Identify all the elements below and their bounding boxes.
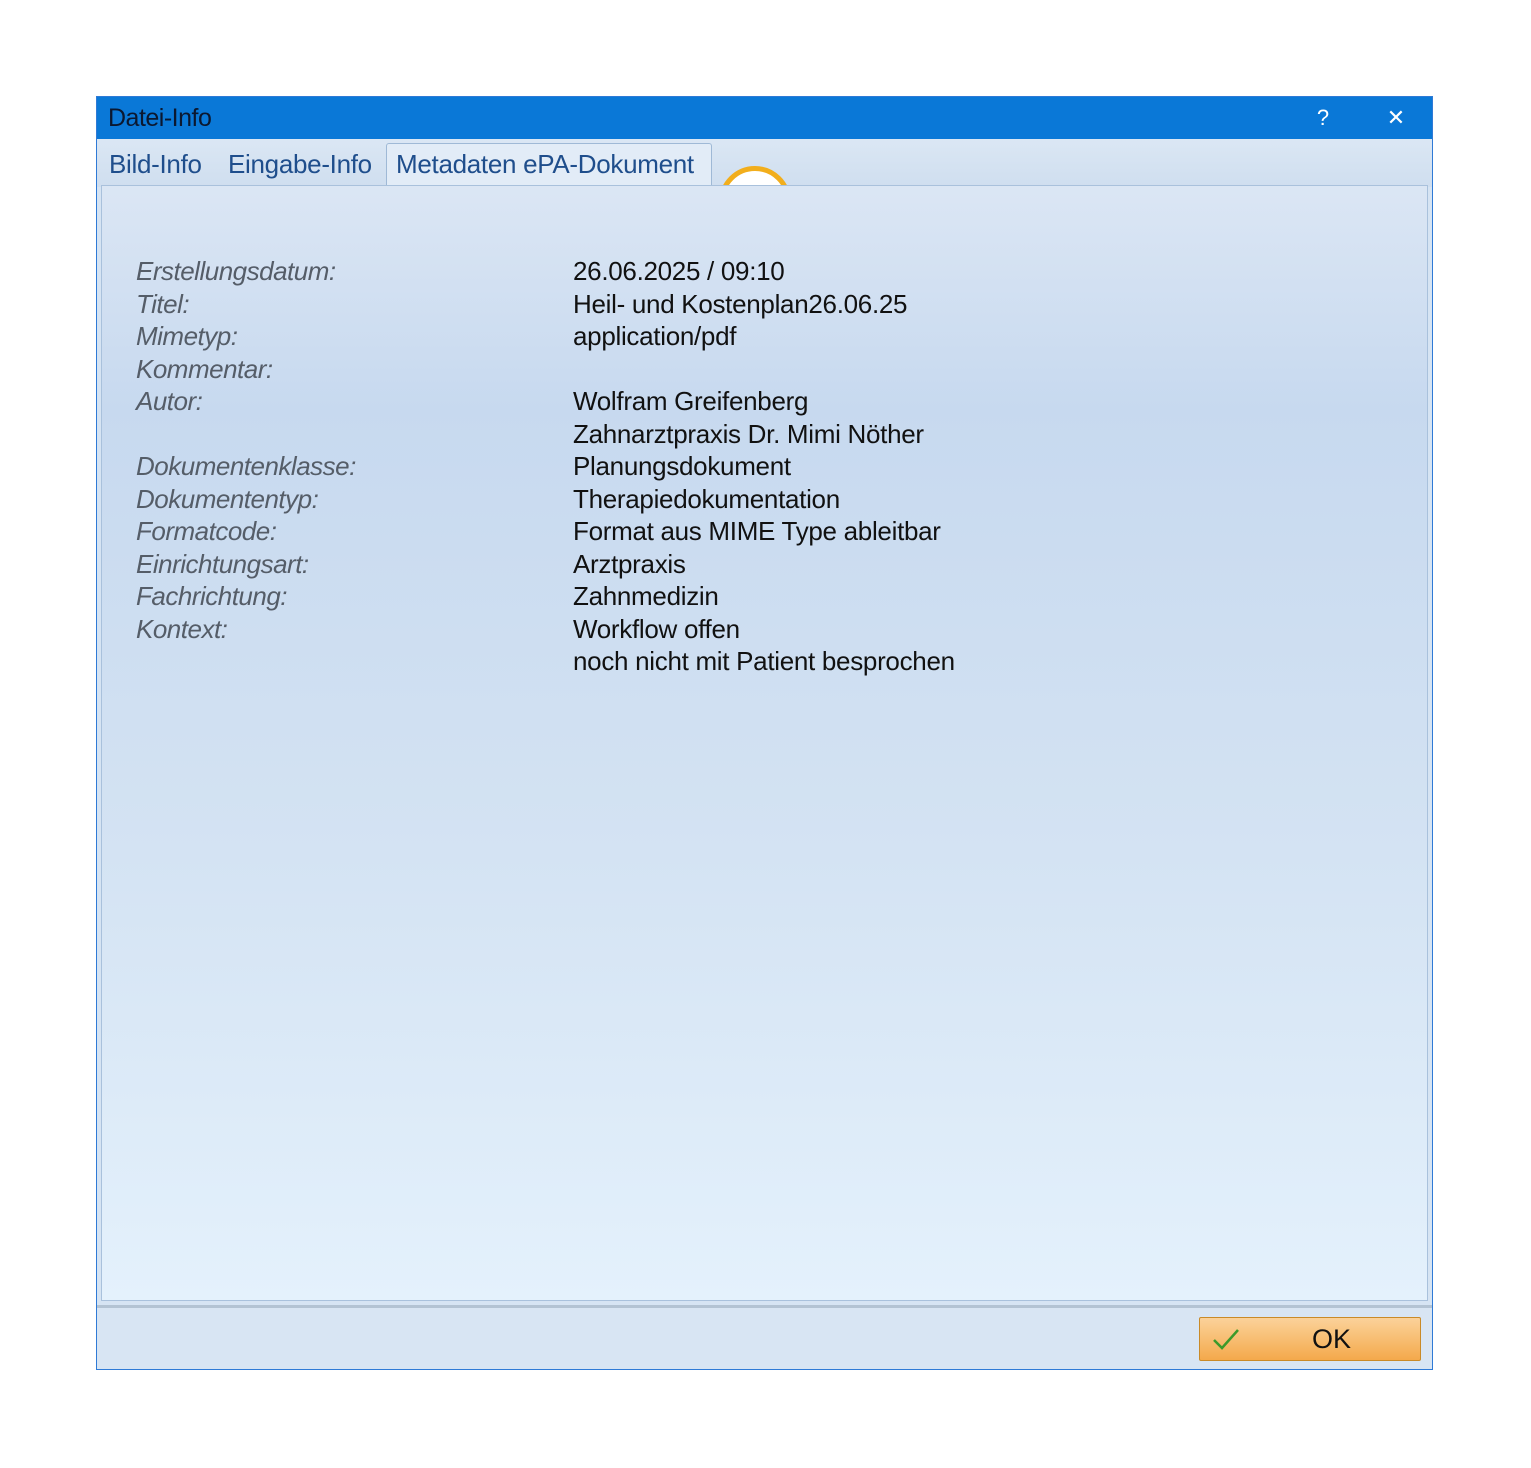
metadata-label: Fachrichtung: (136, 581, 288, 611)
metadata-value: Arztpraxis (573, 548, 686, 579)
metadata-label: Kontext: (136, 613, 228, 644)
metadata-value: application/pdf (573, 321, 737, 351)
window-title: Datei-Info (108, 104, 212, 132)
metadata-value: Heil- und Kostenplan26.06.25 (573, 288, 908, 319)
metadata-label: Autor: (136, 386, 203, 416)
metadata-label: Titel: (136, 288, 190, 319)
metadata-value: noch nicht mit Patient besprochen (573, 646, 955, 676)
metadata-value: Format aus MIME Type ableitbar (573, 516, 941, 546)
help-button[interactable]: ? (1300, 101, 1346, 135)
close-button[interactable]: ✕ (1373, 101, 1419, 135)
metadata-value: Zahnarztpraxis Dr. Mimi Nöther (573, 418, 924, 449)
metadata-label: Erstellungsdatum: (136, 256, 336, 286)
tab-strip: Bild-Info Eingabe-Info Metadaten ePA-Dok… (97, 139, 1432, 238)
ok-button-label: OK (1312, 1324, 1352, 1354)
tab-metadaten-epa-dokument[interactable]: Metadaten ePA-Dokument (386, 143, 712, 189)
metadata-value: Wolfram Greifenberg (573, 386, 809, 416)
tab-eingabe-info[interactable]: Eingabe-Info (228, 149, 372, 180)
metadata-label: Dokumentenklasse: (136, 451, 356, 481)
metadata-label: Kommentar: (136, 353, 273, 384)
tab-bild-info[interactable]: Bild-Info (109, 149, 202, 180)
metadata-value: Workflow offen (573, 613, 740, 644)
metadata-value: Planungsdokument (573, 451, 791, 481)
datei-info-dialog: Datei-Info ? ✕ Bild-Info Eingabe-Info Me… (96, 96, 1433, 1370)
metadata-label: Formatcode: (136, 516, 277, 546)
checkmark-icon (1213, 1329, 1239, 1350)
title-bar: Datei-Info ? ✕ (97, 97, 1432, 139)
metadata-value: 26.06.2025 / 09:10 (573, 256, 785, 286)
metadata-label: Einrichtungsart: (136, 548, 309, 579)
metadata-value: Zahnmedizin (573, 581, 719, 611)
metadata-label: Mimetyp: (136, 321, 238, 351)
footer-bar: OK (97, 1308, 1432, 1369)
metadata-panel: Erstellungsdatum: 26.06.2025 / 09:10 Titel… (101, 185, 1428, 1301)
metadata-value: Therapiedokumentation (573, 483, 840, 514)
metadata-label: Dokumententyp: (136, 483, 319, 514)
ok-button[interactable]: OK (1199, 1317, 1421, 1361)
